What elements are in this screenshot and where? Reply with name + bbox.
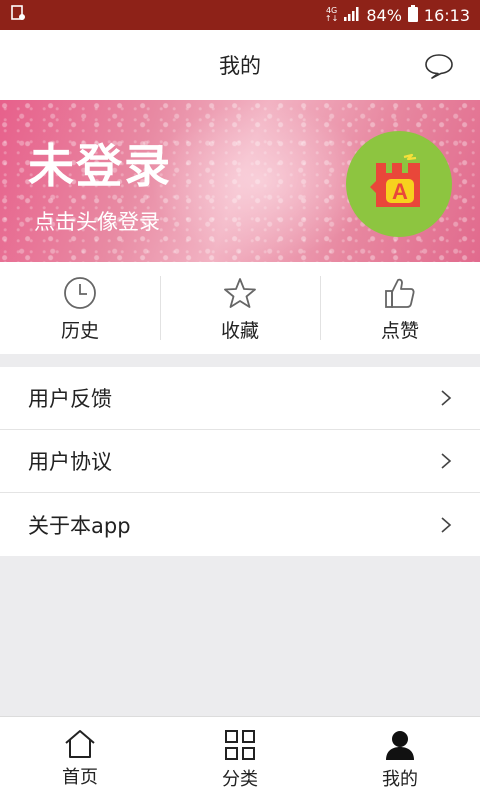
chevron-right-icon xyxy=(441,516,452,533)
app-logo-icon: A xyxy=(370,153,420,207)
tab-category[interactable]: 分类 xyxy=(160,717,320,800)
status-right: 4G ↑↓ 84% 16:13 xyxy=(325,4,470,26)
tab-mine-label: 我的 xyxy=(382,769,418,790)
person-icon xyxy=(386,731,414,760)
favorites-button[interactable]: 收藏 xyxy=(160,262,320,354)
battery-percent: 84% xyxy=(366,5,402,25)
menu-item-about[interactable]: 关于本app xyxy=(0,493,480,556)
svg-text:A: A xyxy=(392,179,408,204)
profile-banner: 未登录 点击头像登录 A xyxy=(0,100,480,262)
star-icon xyxy=(224,278,256,308)
tab-home[interactable]: 首页 xyxy=(0,717,160,800)
settings-menu: 用户反馈 用户协议 关于本app xyxy=(0,367,480,556)
nav-bar: 我的 xyxy=(0,30,480,100)
menu-item-feedback[interactable]: 用户反馈 xyxy=(0,367,480,430)
tab-mine[interactable]: 我的 xyxy=(320,717,480,800)
quick-actions: 历史 收藏 点赞 xyxy=(0,262,480,354)
page-title: 我的 xyxy=(219,54,261,78)
history-button[interactable]: 历史 xyxy=(0,262,160,354)
menu-item-agreement[interactable]: 用户协议 xyxy=(0,430,480,493)
chevron-right-icon xyxy=(441,453,452,469)
favorites-label: 收藏 xyxy=(220,320,259,342)
signal-icon xyxy=(344,6,360,25)
chevron-right-icon xyxy=(441,390,452,406)
chat-bubble-icon xyxy=(425,54,453,79)
message-button[interactable] xyxy=(422,52,456,80)
network-sub: ↑↓ xyxy=(324,14,339,23)
likes-button[interactable]: 点赞 xyxy=(320,262,480,354)
menu-item-label: 关于本app xyxy=(28,513,131,538)
menu-item-label: 用户反馈 xyxy=(28,387,112,411)
grid-icon xyxy=(225,730,255,760)
likes-label: 点赞 xyxy=(380,320,419,342)
login-status-title: 未登录 xyxy=(28,139,172,193)
network-indicator: 4G ↑↓ xyxy=(325,7,338,23)
menu-item-label: 用户协议 xyxy=(28,450,112,474)
status-left xyxy=(10,5,26,25)
tab-home-label: 首页 xyxy=(62,767,98,788)
tab-category-label: 分类 xyxy=(222,769,258,790)
home-icon xyxy=(65,730,95,758)
login-prompt[interactable]: 点击头像登录 xyxy=(34,206,160,236)
thumbs-up-icon xyxy=(385,278,415,308)
history-label: 历史 xyxy=(60,320,99,342)
avatar[interactable]: A xyxy=(346,131,452,237)
clock-icon xyxy=(64,277,96,309)
battery-icon xyxy=(407,4,418,26)
clock-time: 16:13 xyxy=(423,5,470,25)
status-bar: 4G ↑↓ 84% 16:13 xyxy=(0,0,480,30)
banner-glow xyxy=(150,100,370,262)
bottom-tab-bar: 首页 分类 我的 xyxy=(0,716,480,800)
screenshot-icon xyxy=(10,5,26,25)
